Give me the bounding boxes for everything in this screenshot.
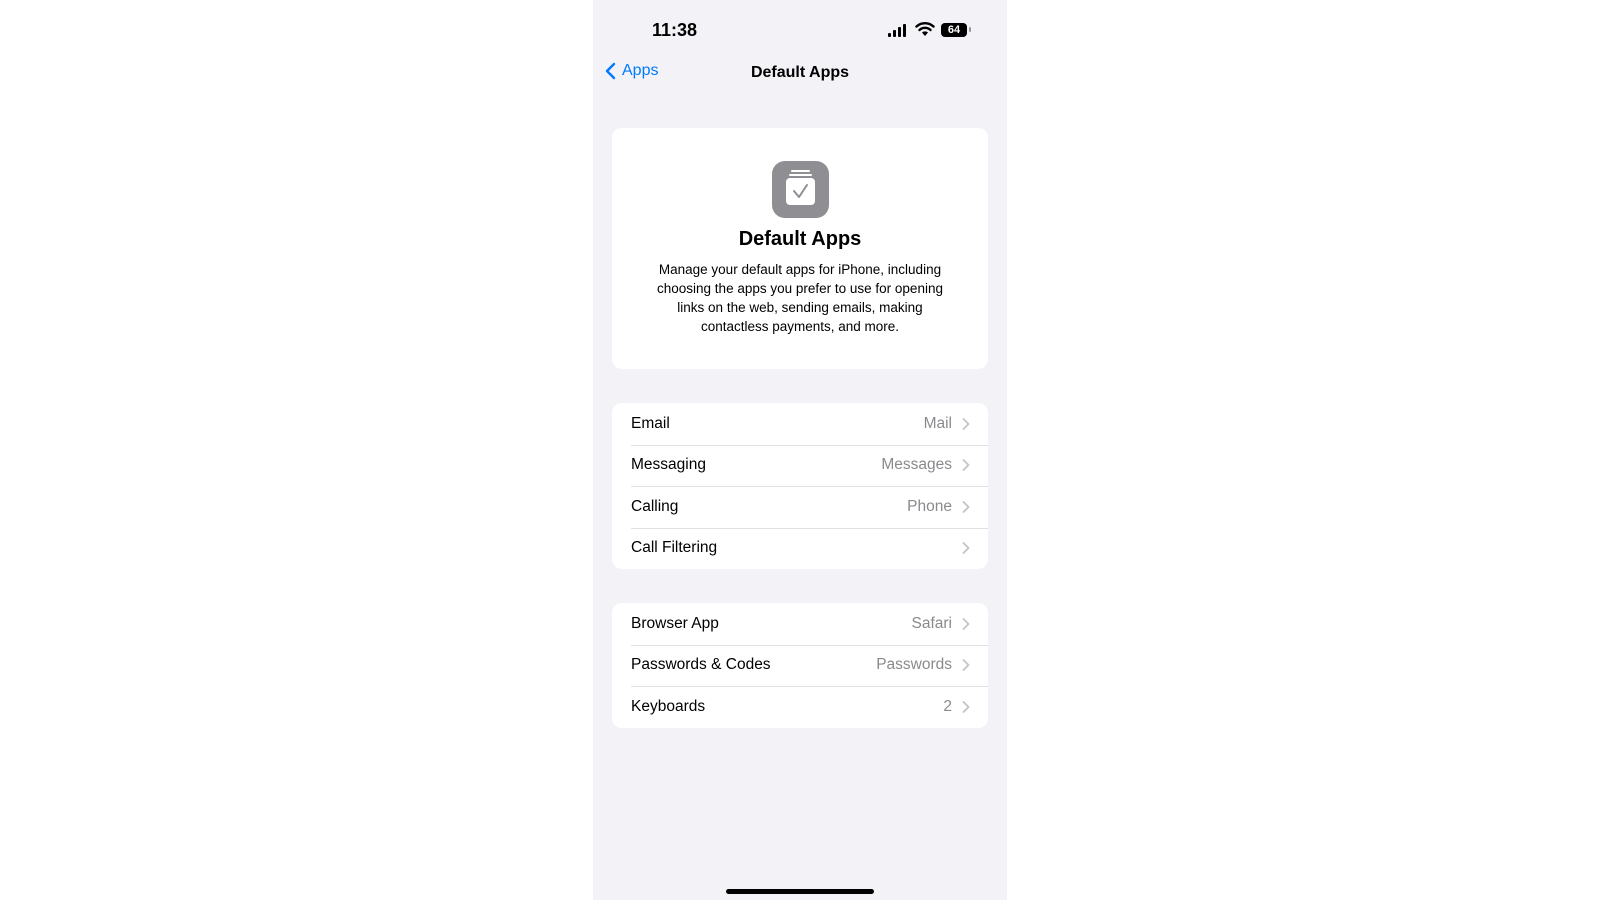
row-label: Keyboards (631, 697, 706, 715)
row-value: 2 (943, 697, 952, 715)
apps-group: Browser App Safari Passwords & Codes Pas… (612, 603, 988, 728)
wifi-icon (915, 22, 935, 36)
row-label: Passwords & Codes (631, 656, 771, 674)
chevron-right-icon (962, 617, 970, 630)
hero-title: Default Apps (738, 228, 862, 250)
row-value: Mail (923, 414, 952, 432)
row-value: Phone (907, 497, 952, 515)
row-browser-app[interactable]: Browser App Safari (612, 603, 988, 645)
row-messaging[interactable]: Messaging Messages (612, 444, 988, 487)
row-call-filtering[interactable]: Call Filtering (612, 527, 988, 570)
row-label: Browser App (631, 614, 719, 632)
row-label: Call Filtering (631, 539, 718, 557)
row-label: Calling (631, 497, 679, 515)
battery-icon: 64 (941, 23, 967, 37)
default-apps-icon (771, 161, 829, 218)
row-keyboards[interactable]: Keyboards 2 (612, 686, 988, 728)
navigation-bar: Apps Default Apps (593, 58, 1007, 88)
hero-description: Manage your default apps for iPhone, inc… (657, 262, 943, 334)
hero-card: Default Apps Manage your default apps fo… (612, 128, 988, 369)
status-bar: 11:38 64 (593, 0, 1007, 60)
row-value: Passwords (876, 656, 952, 674)
cellular-signal-icon (888, 24, 906, 37)
row-email[interactable]: Email Mail (612, 403, 988, 445)
chevron-right-icon (962, 459, 970, 472)
chevron-right-icon (962, 700, 970, 713)
row-label: Messaging (631, 456, 706, 474)
page-title: Default Apps (750, 64, 850, 81)
row-label: Email (631, 414, 670, 432)
home-indicator[interactable] (726, 889, 874, 894)
row-passwords-codes[interactable]: Passwords & Codes Passwords (612, 644, 988, 687)
row-calling[interactable]: Calling Phone (612, 486, 988, 528)
row-value: Messages (881, 456, 952, 474)
row-value: Safari (911, 614, 953, 632)
chevron-right-icon (962, 417, 970, 430)
chevron-right-icon (962, 659, 970, 672)
battery-tip (969, 27, 971, 32)
chevron-right-icon (962, 542, 970, 555)
communication-group: Email Mail Messaging Messages Calling Ph… (612, 403, 988, 569)
chevron-right-icon (962, 500, 970, 513)
phone-screen: 11:38 64 Apps Default Apps Default Apps … (593, 0, 1007, 900)
status-time: 11:38 (652, 20, 698, 40)
